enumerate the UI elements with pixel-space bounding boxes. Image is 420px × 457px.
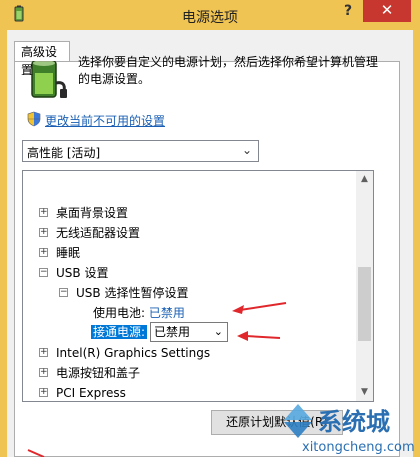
watermark-logo-icon — [284, 404, 312, 420]
arrow-annotation-icon — [239, 302, 287, 311]
arrowhead-icon — [237, 331, 248, 341]
tab-advanced-settings[interactable]: 高级设置 — [14, 41, 70, 77]
power-options-window: 电源选项 ? ✕ 高级设置 选择你要自定义的电源计划，然后选择你希望计算机管理的… — [0, 0, 420, 457]
arrow-annotation-icon — [245, 335, 281, 339]
watermark-brand: 系统城 — [318, 408, 390, 436]
arrow-annotation-icon — [27, 449, 45, 457]
arrowhead-icon — [232, 305, 244, 314]
annotation-arrows — [27, 302, 287, 457]
watermark-url: xitongcheng.com — [302, 440, 415, 455]
site-watermark: 系统城 xitongcheng.com — [284, 404, 415, 455]
